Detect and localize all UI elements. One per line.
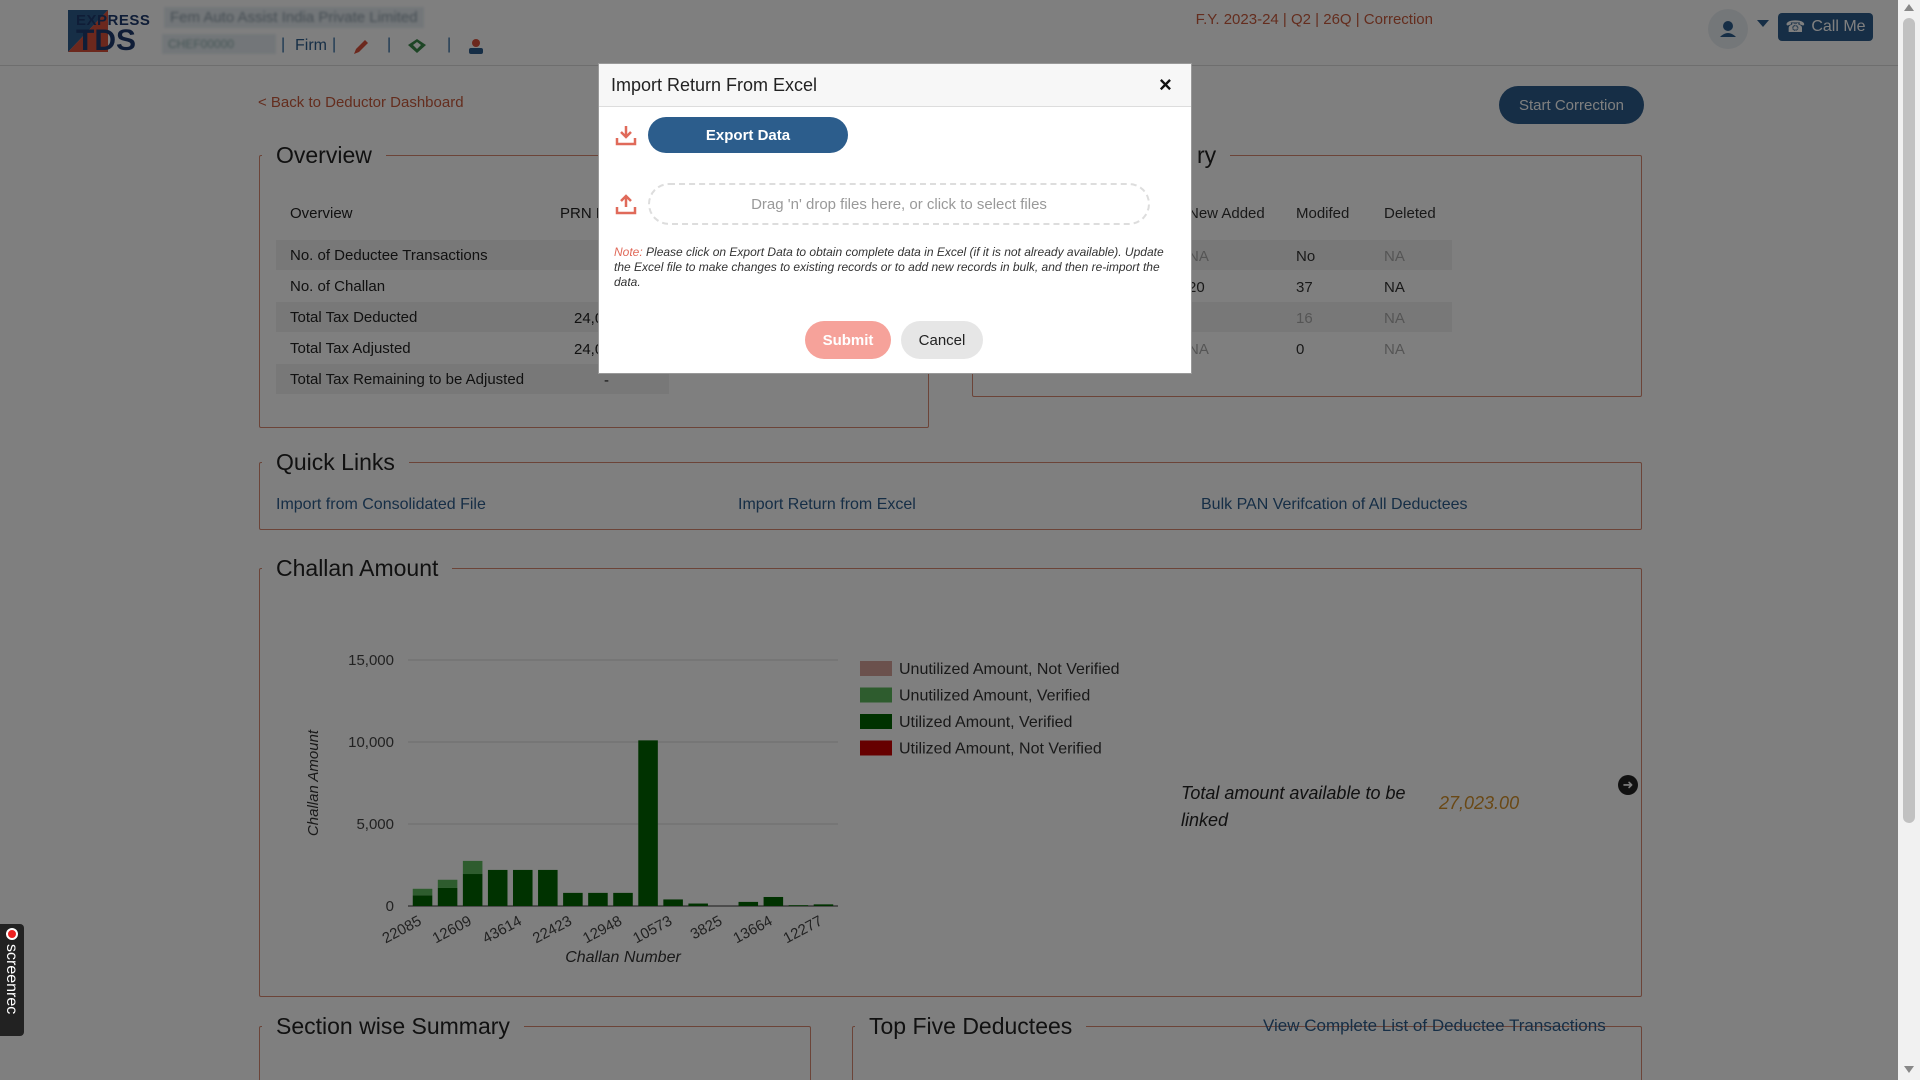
record-dot-icon	[6, 928, 18, 940]
upload-icon	[614, 192, 638, 216]
scroll-down-icon[interactable]	[1904, 1066, 1914, 1073]
note-text: Please click on Export Data to obtain co…	[614, 245, 1164, 289]
modal-header: Import Return From Excel	[599, 64, 1191, 107]
import-note: Note: Please click on Export Data to obt…	[614, 245, 1179, 290]
scrollbar-thumb[interactable]	[1903, 18, 1915, 823]
file-dropzone[interactable]: Drag 'n' drop files here, or click to se…	[648, 183, 1150, 225]
page-scrollbar[interactable]	[1898, 0, 1920, 1080]
close-icon[interactable]: ×	[1159, 72, 1172, 98]
download-icon	[614, 123, 638, 147]
modal-title: Import Return From Excel	[611, 75, 817, 96]
scroll-up-icon[interactable]	[1904, 4, 1914, 11]
export-data-button[interactable]: Export Data	[648, 117, 848, 153]
screenrec-label: screenrec	[2, 944, 20, 1014]
note-label: Note:	[614, 245, 643, 259]
import-excel-modal: Import Return From Excel × Export Data D…	[598, 63, 1192, 374]
cancel-button[interactable]: Cancel	[901, 321, 983, 359]
submit-button[interactable]: Submit	[805, 321, 891, 359]
